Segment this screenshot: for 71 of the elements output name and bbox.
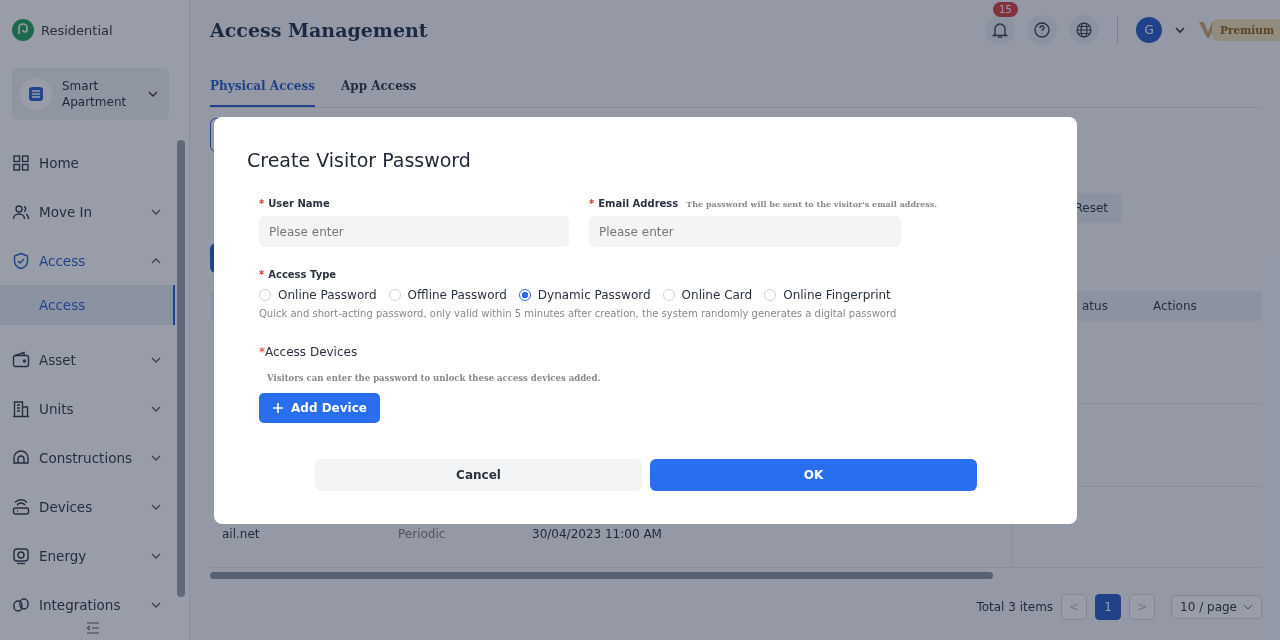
- bell-icon: [992, 22, 1009, 38]
- table-cell-text: Periodic: [397, 527, 447, 541]
- field-hint: Visitors can enter the password to unlock these access devices added.: [267, 373, 602, 383]
- tab[interactable]: Physical Access: [210, 79, 315, 107]
- add-device-button[interactable]: Add Device: [259, 393, 380, 423]
- premium-badge[interactable]: Premium: [1212, 19, 1280, 41]
- building-icon: [12, 399, 30, 418]
- required-mark: *: [259, 269, 265, 280]
- wallet-icon: [12, 350, 30, 369]
- page-title: Access Management: [210, 19, 428, 41]
- nav-item[interactable]: Move In: [0, 187, 175, 236]
- field-label: Email Address: [598, 198, 679, 209]
- radio-option[interactable]: Dynamic Password: [518, 288, 651, 302]
- scrollbar[interactable]: [177, 140, 185, 597]
- chevron-down-icon: [1243, 602, 1253, 612]
- user-name-field[interactable]: Please enter: [259, 216, 569, 247]
- radio-option[interactable]: Online Fingerprint: [764, 288, 891, 302]
- project-selector[interactable]: Smart Apartment: [12, 68, 169, 120]
- nav-item[interactable]: Devices: [0, 482, 175, 531]
- total-count: Total 3 items: [976, 600, 1054, 614]
- grid-icon: [12, 153, 30, 172]
- plus-icon: [272, 402, 284, 414]
- field-label: Access Type: [268, 269, 337, 280]
- language-button[interactable]: [1069, 15, 1100, 45]
- link-icon: [12, 595, 30, 614]
- list-icon: [28, 86, 44, 102]
- page-size-select[interactable]: 10 / page: [1171, 595, 1262, 619]
- router-icon: [12, 497, 30, 516]
- field-label: Access Devices: [265, 345, 358, 359]
- table-cell-text: ail.net: [222, 527, 261, 541]
- required-mark: *: [589, 198, 595, 209]
- radio-option[interactable]: Online Card: [662, 288, 753, 302]
- scrollbar[interactable]: [210, 571, 993, 579]
- column-header: Actions: [1152, 299, 1197, 313]
- radio-option[interactable]: Offline Password: [388, 288, 507, 302]
- globe-icon: [1076, 22, 1093, 38]
- required-mark: *: [259, 198, 265, 209]
- page-button[interactable]: 1: [1095, 594, 1122, 620]
- radio-option[interactable]: Online Password: [259, 288, 377, 302]
- required-mark: *: [259, 345, 265, 359]
- nav-subitem[interactable]: Access: [0, 285, 175, 325]
- brand-name: Residential: [41, 22, 113, 38]
- chevron-down-icon[interactable]: [1174, 24, 1187, 36]
- column-header: atus: [1082, 299, 1108, 313]
- nav-item[interactable]: Energy: [0, 531, 175, 580]
- collapse-menu-icon[interactable]: [86, 622, 100, 634]
- logo-icon: [12, 19, 34, 41]
- nav-item[interactable]: Asset: [0, 335, 175, 384]
- help-icon: [1034, 22, 1051, 38]
- ok-button[interactable]: OK: [650, 459, 977, 491]
- dialog-title: Create Visitor Password: [247, 149, 472, 171]
- access-type-description: Quick and short-acting password, only valid within 5 minutes after creation, the system randomly generates a digital password: [259, 308, 898, 319]
- nav-item[interactable]: Access: [0, 236, 175, 285]
- user-avatar[interactable]: G: [1136, 17, 1163, 43]
- notification-button[interactable]: [985, 15, 1016, 45]
- help-button[interactable]: [1027, 15, 1058, 45]
- people-icon: [12, 202, 30, 221]
- field-hint: The password will be sent to the visitor's email address.: [686, 199, 938, 209]
- nav-item[interactable]: Constructions: [0, 433, 175, 482]
- nav-item[interactable]: Home: [0, 138, 175, 187]
- helmet-icon: [12, 448, 30, 467]
- shield-icon: [12, 251, 30, 270]
- cancel-button[interactable]: Cancel: [315, 459, 642, 491]
- field-label: User Name: [268, 198, 330, 209]
- email-field[interactable]: Please enter: [589, 216, 901, 247]
- nav-item[interactable]: Integrations: [0, 580, 175, 629]
- tab[interactable]: App Access: [340, 79, 417, 107]
- table-cell-text: 30/04/2023 11:00 AM: [532, 527, 663, 541]
- notification-count: 15: [993, 2, 1018, 17]
- nav-item[interactable]: Units: [0, 384, 175, 433]
- meter-icon: [12, 546, 30, 565]
